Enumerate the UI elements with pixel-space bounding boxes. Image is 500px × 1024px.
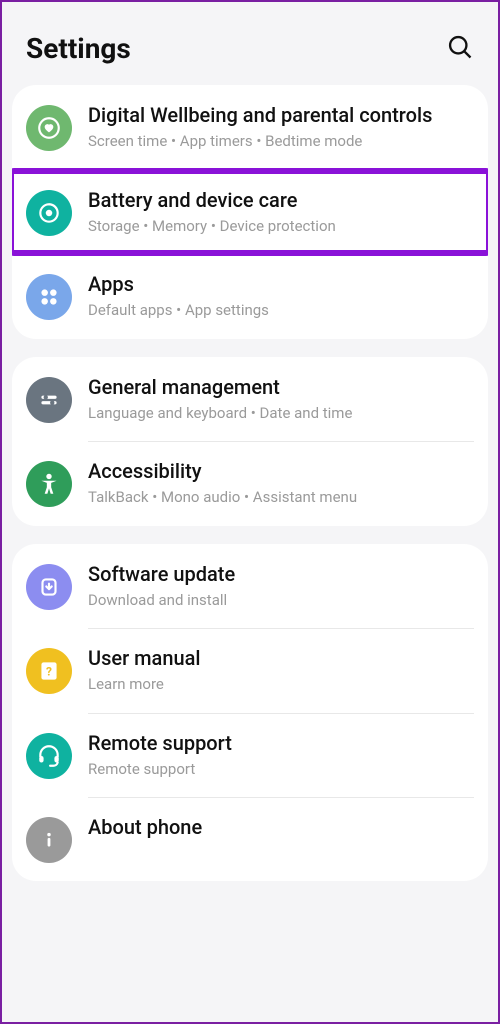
page-title: Settings xyxy=(26,32,131,65)
settings-item-software-update[interactable]: Software update Download and install xyxy=(12,544,488,629)
item-title: Accessibility xyxy=(88,459,474,484)
item-text: Battery and device care Storage • Memory… xyxy=(88,188,474,237)
item-title: Remote support xyxy=(88,731,474,756)
apps-icon xyxy=(26,274,72,320)
settings-item-about-phone[interactable]: About phone xyxy=(12,797,488,881)
item-text: User manual Learn more xyxy=(88,646,474,695)
item-title: Digital Wellbeing and parental controls xyxy=(88,103,474,128)
item-title: About phone xyxy=(88,815,474,840)
settings-item-general-management[interactable]: General management Language and keyboard… xyxy=(12,357,488,442)
settings-group: General management Language and keyboard… xyxy=(12,357,488,526)
settings-list: Digital Wellbeing and parental controls … xyxy=(2,85,498,881)
remote-support-icon xyxy=(26,733,72,779)
item-subtitle: Remote support xyxy=(88,760,474,780)
settings-item-accessibility[interactable]: Accessibility TalkBack • Mono audio • As… xyxy=(12,441,488,526)
item-subtitle: Language and keyboard • Date and time xyxy=(88,404,474,424)
search-button[interactable] xyxy=(446,33,474,65)
wellbeing-icon xyxy=(26,105,72,151)
settings-item-apps[interactable]: Apps Default apps • App settings xyxy=(12,254,488,339)
item-title: User manual xyxy=(88,646,474,671)
item-text: About phone xyxy=(88,815,474,844)
item-text: Software update Download and install xyxy=(88,562,474,611)
item-text: Digital Wellbeing and parental controls … xyxy=(88,103,474,152)
item-text: Apps Default apps • App settings xyxy=(88,272,474,321)
settings-group: Digital Wellbeing and parental controls … xyxy=(12,85,488,339)
item-subtitle: Screen time • App timers • Bedtime mode xyxy=(88,132,474,152)
item-title: Software update xyxy=(88,562,474,587)
settings-group: Software update Download and install ? U… xyxy=(12,544,488,882)
item-text: General management Language and keyboard… xyxy=(88,375,474,424)
user-manual-icon: ? xyxy=(26,648,72,694)
item-subtitle: Learn more xyxy=(88,675,474,695)
general-management-icon xyxy=(26,377,72,423)
item-subtitle: Default apps • App settings xyxy=(88,301,474,321)
item-text: Remote support Remote support xyxy=(88,731,474,780)
header: Settings xyxy=(2,2,498,85)
about-phone-icon xyxy=(26,817,72,863)
item-subtitle: Storage • Memory • Device protection xyxy=(88,217,474,237)
item-title: Apps xyxy=(88,272,474,297)
software-update-icon xyxy=(26,564,72,610)
search-icon xyxy=(446,33,474,61)
item-title: General management xyxy=(88,375,474,400)
settings-item-remote-support[interactable]: Remote support Remote support xyxy=(12,713,488,798)
settings-item-digital-wellbeing[interactable]: Digital Wellbeing and parental controls … xyxy=(12,85,488,170)
settings-item-user-manual[interactable]: ? User manual Learn more xyxy=(12,628,488,713)
item-subtitle: Download and install xyxy=(88,591,474,611)
item-subtitle: TalkBack • Mono audio • Assistant menu xyxy=(88,488,474,508)
settings-item-battery-device-care[interactable]: Battery and device care Storage • Memory… xyxy=(12,170,488,255)
accessibility-icon xyxy=(26,461,72,507)
item-title: Battery and device care xyxy=(88,188,474,213)
device-care-icon xyxy=(26,190,72,236)
svg-text:?: ? xyxy=(46,664,52,678)
item-text: Accessibility TalkBack • Mono audio • As… xyxy=(88,459,474,508)
